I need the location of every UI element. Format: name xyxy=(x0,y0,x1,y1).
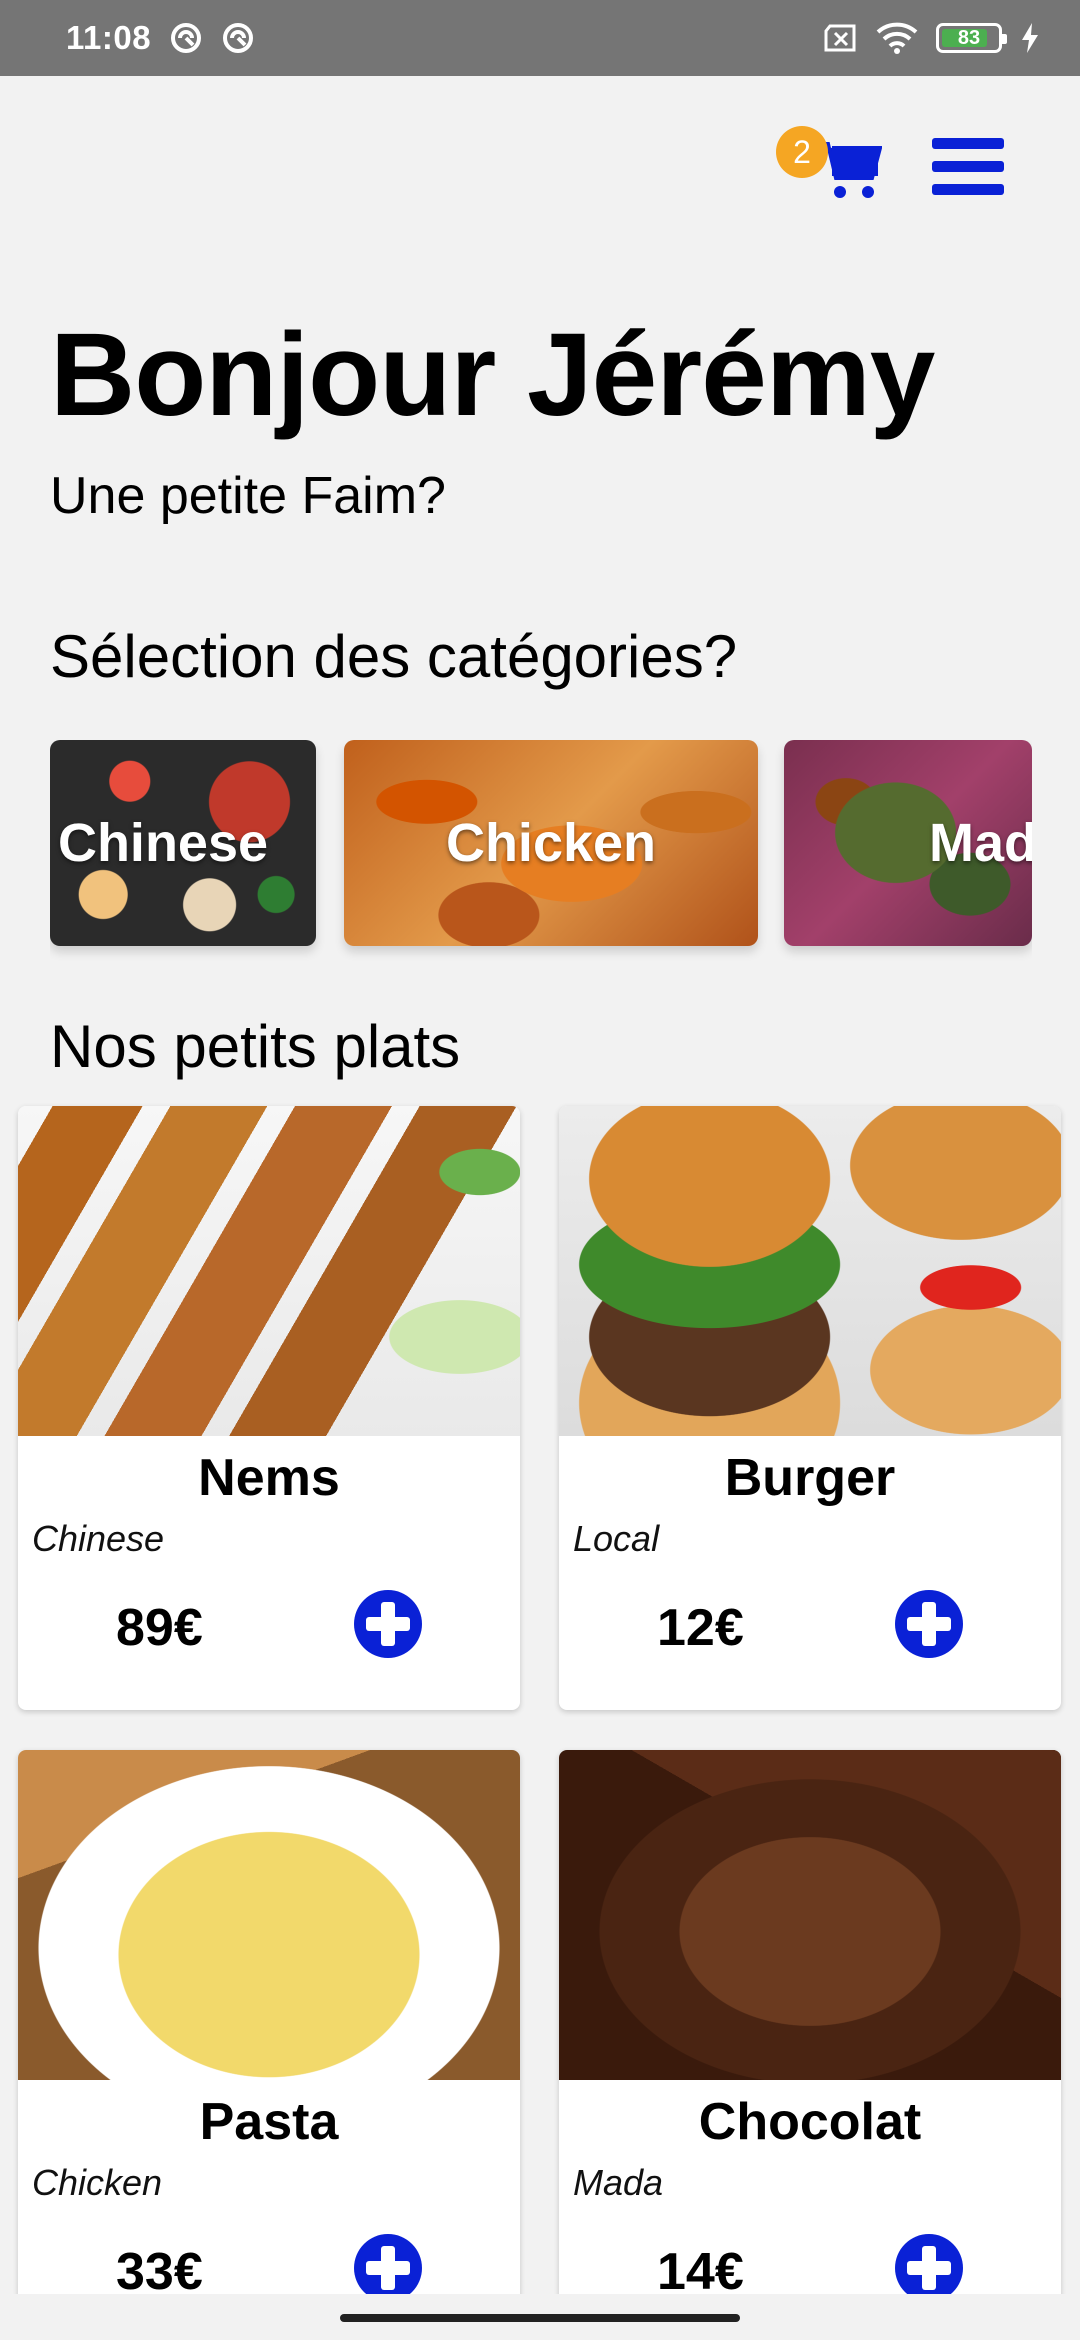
categories-heading: Sélection des catégories? xyxy=(50,623,738,690)
wifi-icon xyxy=(876,22,918,54)
cart-count-badge: 2 xyxy=(776,126,828,178)
app-screen: 11:08 83 2 Bonjour Jérémy Une petite Fai… xyxy=(0,0,1080,2340)
dish-name: Pasta xyxy=(199,2093,339,2151)
dish-price: 14€ xyxy=(657,2243,744,2301)
greeting-title: Bonjour Jérémy xyxy=(50,309,935,441)
dish-category: Local xyxy=(573,1518,660,1559)
dish-price: 89€ xyxy=(116,1599,203,1657)
dish-name: Nems xyxy=(198,1449,340,1507)
dish-image xyxy=(18,1750,520,2080)
dish-card-chocolat[interactable]: Chocolat Mada 14€ xyxy=(559,1750,1061,2340)
system-nav-bar xyxy=(0,2294,1080,2340)
sim-icon xyxy=(824,24,856,52)
charging-icon xyxy=(1022,23,1038,53)
category-card-mada[interactable]: Mad xyxy=(784,740,1032,946)
dish-image xyxy=(559,1106,1061,1436)
dishes-heading: Nos petits plats xyxy=(50,1013,461,1080)
notification-icon-2 xyxy=(223,23,254,53)
dish-image xyxy=(18,1106,520,1436)
dish-card-pasta[interactable]: Pasta Chicken 33€ xyxy=(18,1750,520,2340)
category-card-chicken[interactable]: Chicken xyxy=(344,740,758,946)
dish-image xyxy=(559,1750,1061,2080)
category-label: Chicken xyxy=(445,813,657,873)
category-label: Mad xyxy=(929,813,1032,873)
dish-card-nems[interactable]: Nems Chinese 89€ xyxy=(18,1106,520,1710)
dish-price: 33€ xyxy=(116,2243,203,2301)
status-time: 11:08 xyxy=(66,19,152,56)
category-carousel[interactable]: Chinese Chicken Mad xyxy=(50,740,1032,962)
home-gesture-handle[interactable] xyxy=(340,2314,740,2322)
cart-button[interactable]: 2 xyxy=(776,126,886,210)
dish-price: 12€ xyxy=(657,1599,744,1657)
dish-category: Chicken xyxy=(32,2162,163,2203)
add-to-cart-icon[interactable] xyxy=(352,1588,424,1660)
dish-category: Mada xyxy=(573,2162,664,2203)
menu-icon[interactable] xyxy=(930,134,1006,200)
category-label: Chinese xyxy=(57,813,269,873)
dish-name: Chocolat xyxy=(698,2093,922,2151)
dish-name: Burger xyxy=(724,1449,896,1507)
battery-indicator: 83 xyxy=(936,23,1007,53)
notification-icon xyxy=(171,23,202,53)
add-to-cart-icon[interactable] xyxy=(893,1588,965,1660)
dish-card-burger[interactable]: Burger Local 12€ xyxy=(559,1106,1061,1710)
dish-category: Chinese xyxy=(32,1518,165,1559)
category-card-chinese[interactable]: Chinese xyxy=(50,740,316,946)
status-bar: 11:08 83 xyxy=(0,0,1080,76)
greeting-subtitle: Une petite Faim? xyxy=(50,467,446,525)
battery-level: 83 xyxy=(957,26,981,49)
